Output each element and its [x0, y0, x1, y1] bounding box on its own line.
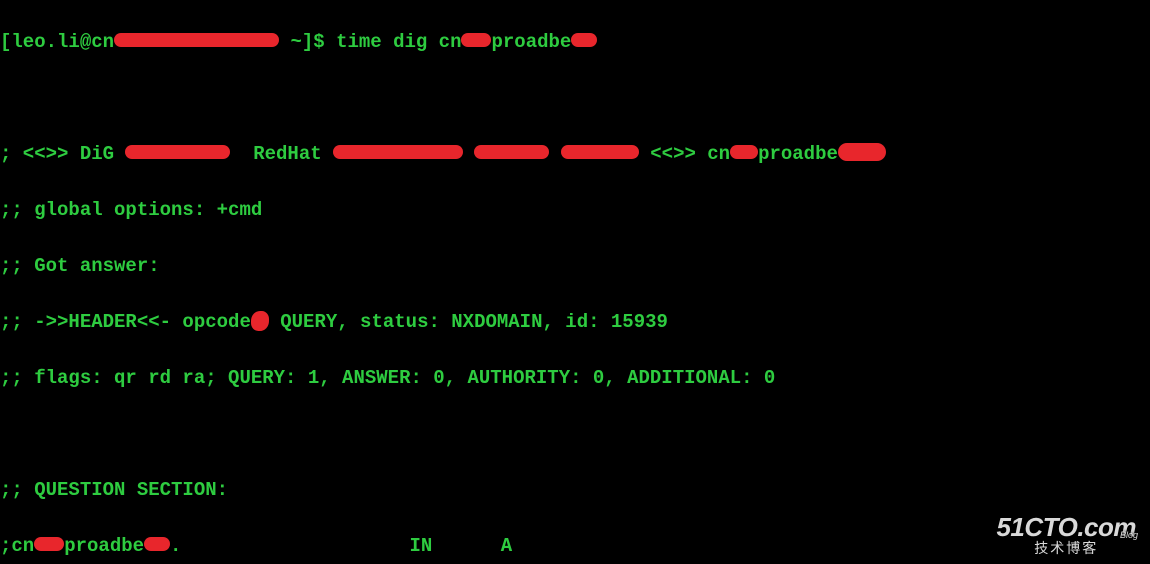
q-record: IN A	[181, 535, 512, 557]
prompt-at: @	[80, 31, 91, 53]
redacted-cmd1	[461, 33, 491, 47]
prompt-host-prefix: cn	[91, 31, 114, 53]
blank-1	[0, 84, 1150, 112]
dig-banner: ; <<>> DiG RedHat <<>> cn proadbe	[0, 140, 1150, 168]
banner-mid: RedHat	[230, 143, 333, 165]
redacted-ver	[125, 145, 230, 159]
prompt-open: [	[0, 31, 11, 53]
brand-name: 51CTO	[996, 512, 1077, 542]
watermark-blog: Blog	[1120, 531, 1138, 540]
watermark-brand: 51CTO.com	[996, 514, 1136, 541]
redacted-q2	[144, 537, 170, 551]
redacted-b2	[838, 143, 886, 161]
question-line: ;cn proadbe. IN A	[0, 532, 1150, 560]
redacted-rh1	[333, 145, 463, 159]
prompt-line[interactable]: [leo.li@cn ~]$ time dig cn proadbe	[0, 28, 1150, 56]
banner-end: <<>> cn	[639, 143, 730, 165]
prompt-cwd: ~]$	[279, 31, 336, 53]
q-dot: .	[170, 535, 181, 557]
redacted-cmd2	[571, 33, 597, 47]
q-mid: proadbe	[64, 535, 144, 557]
redacted-host	[114, 33, 279, 47]
banner-prefix: ; <<>> DiG	[0, 143, 125, 165]
redacted-colon	[251, 311, 269, 331]
command-text: time dig cn	[336, 31, 461, 53]
got-answer: ;; Got answer:	[0, 252, 1150, 280]
watermark: 51CTO.com 技术博客 Blog	[996, 514, 1136, 556]
question-section: ;; QUESTION SECTION:	[0, 476, 1150, 504]
redacted-b1	[730, 145, 758, 159]
prompt-user: leo.li	[11, 31, 79, 53]
header-rest: QUERY, status: NXDOMAIN, id: 15939	[269, 311, 668, 333]
command-suffix: proadbe	[491, 31, 571, 53]
terminal-output: [leo.li@cn ~]$ time dig cn proadbe ; <<>>…	[0, 0, 1150, 564]
global-options: ;; global options: +cmd	[0, 196, 1150, 224]
banner-tail: proadbe	[758, 143, 838, 165]
q-prefix: ;cn	[0, 535, 34, 557]
redacted-q1	[34, 537, 64, 551]
header-line: ;; ->>HEADER<<- opcode QUERY, status: NX…	[0, 308, 1150, 336]
watermark-sub: 技术博客	[996, 541, 1136, 556]
header-prefix: ;; ->>HEADER<<- opcode	[0, 311, 251, 333]
redacted-rh3	[561, 145, 639, 159]
redacted-rh2	[474, 145, 549, 159]
blank-2	[0, 420, 1150, 448]
flags-line: ;; flags: qr rd ra; QUERY: 1, ANSWER: 0,…	[0, 364, 1150, 392]
